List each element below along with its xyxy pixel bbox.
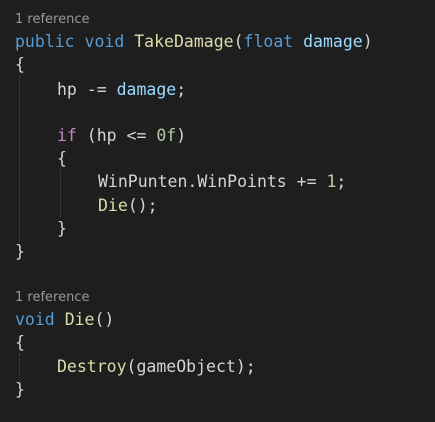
arguments: (gameObject); (126, 357, 256, 376)
operator: -= (76, 80, 117, 99)
brace: } (15, 242, 25, 261)
method-call[interactable]: Destroy (57, 357, 127, 376)
indent-guide (19, 354, 20, 378)
punctuation: ) (362, 32, 373, 51)
code-line: { (15, 53, 25, 76)
code-line: Destroy(gameObject); (57, 355, 256, 378)
keyword: float (243, 32, 294, 51)
method-name[interactable]: Die (65, 310, 95, 329)
brace: { (15, 55, 25, 74)
member-access: .WinPoints += (187, 172, 327, 191)
code-line: hp -= damage; (57, 78, 186, 101)
code-editor[interactable]: 1 reference public void TakeDamage(float… (0, 0, 435, 422)
punctuation: () (94, 310, 115, 329)
code-line: Die(); (98, 194, 158, 217)
brace: { (57, 149, 67, 168)
keyword: if (57, 126, 77, 145)
brace: } (15, 380, 25, 399)
method-call[interactable]: Die (98, 196, 128, 215)
parameter: damage (116, 80, 177, 99)
number-literal: 1 (326, 172, 337, 191)
code-line: public void TakeDamage(float damage) (15, 30, 373, 53)
punctuation: (); (127, 196, 158, 215)
keyword: public (15, 32, 75, 51)
number-literal: 0f (156, 126, 177, 145)
code-line: } (15, 240, 25, 263)
parameter: damage (303, 32, 363, 51)
code-lens-references[interactable]: 1 reference (15, 290, 89, 306)
indent-guide (19, 76, 20, 241)
condition: (hp <= (76, 126, 157, 145)
code-line: WinPunten.WinPoints += 1; (98, 170, 346, 193)
code-line: void Die() (15, 308, 114, 331)
keyword: void (15, 310, 55, 329)
code-line: } (57, 217, 67, 240)
identifier: hp (57, 80, 77, 99)
code-line: } (15, 378, 25, 401)
punctuation: ( (233, 32, 244, 51)
brace: { (15, 333, 25, 352)
punctuation: ; (336, 172, 347, 191)
code-line: { (57, 147, 67, 170)
indent-guide (60, 170, 61, 217)
punctuation: ; (176, 80, 187, 99)
code-line: if (hp <= 0f) (57, 124, 186, 147)
code-line: { (15, 331, 25, 354)
identifier: WinPunten (98, 172, 188, 191)
punctuation: ) (176, 126, 187, 145)
method-name[interactable]: TakeDamage (134, 32, 233, 51)
brace: } (57, 219, 67, 238)
code-lens-references[interactable]: 1 reference (15, 12, 89, 28)
keyword: void (84, 32, 125, 51)
